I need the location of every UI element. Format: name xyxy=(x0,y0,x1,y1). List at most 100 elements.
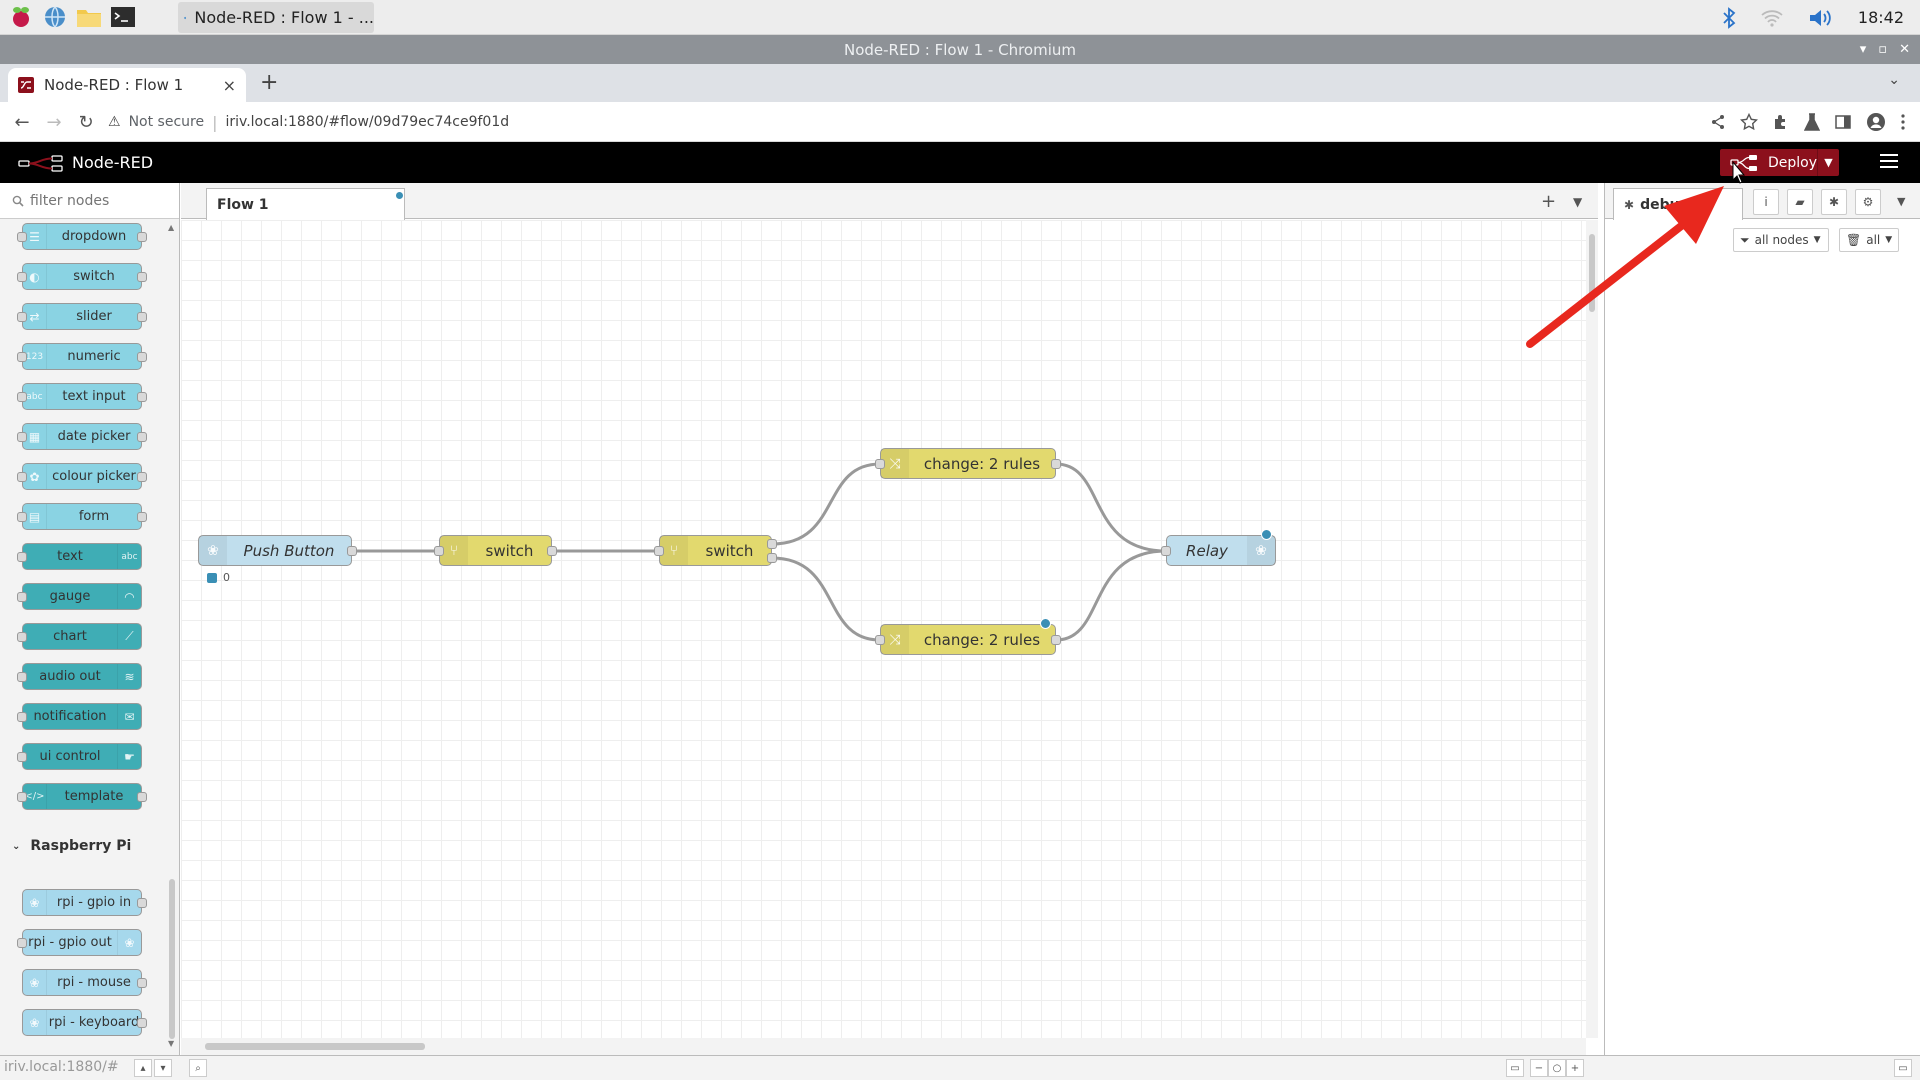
palette-scrollbar[interactable]: ▲ ▼ xyxy=(168,223,176,1049)
browser-tab-title: Node-RED : Flow 1 xyxy=(44,76,184,94)
flow-node-change-bottom[interactable]: ⤨ change: 2 rules xyxy=(875,618,1061,655)
deploy-button[interactable]: Deploy ▼ xyxy=(1720,149,1839,176)
new-tab-button[interactable]: + xyxy=(260,70,278,95)
browser-menu-icon[interactable] xyxy=(1900,113,1906,131)
profile-avatar-icon[interactable] xyxy=(1866,112,1886,132)
zoom-in-icon[interactable]: + xyxy=(1566,1059,1584,1077)
maximize-icon[interactable]: ▫ xyxy=(1878,42,1887,57)
palette-expand-icon[interactable]: ▾ xyxy=(154,1059,172,1077)
browser-tab[interactable]: Node-RED : Flow 1 × xyxy=(8,68,246,102)
taskbar-window-button[interactable]: Node-RED : Flow 1 - ... xyxy=(178,2,374,33)
zoom-out-icon[interactable]: − xyxy=(1530,1059,1548,1077)
palette-node-rpi-keyboard[interactable]: ❀ rpi - keyboard xyxy=(22,1009,147,1036)
address-bar[interactable]: ⚠ Not secure | iriv.local:1880/#flow/09d… xyxy=(108,106,1668,138)
not-secure-label[interactable]: Not secure xyxy=(129,114,205,130)
clock[interactable]: 18:42 xyxy=(1858,8,1904,27)
help-book-icon[interactable]: ▰ xyxy=(1787,189,1813,215)
minimize-icon[interactable]: ▾ xyxy=(1860,42,1867,57)
palette-node-rpi-gpio-in[interactable]: ❀ rpi - gpio in xyxy=(22,889,147,916)
flow-node-push-button[interactable]: ❀ Push Button xyxy=(198,535,357,566)
node-red-logo-icon xyxy=(18,154,63,172)
palette-node-template[interactable]: </> template xyxy=(17,783,147,810)
palette-collapse-icon[interactable]: ▴ xyxy=(134,1059,152,1077)
palette-node-switch[interactable]: ◐ switch xyxy=(17,263,147,290)
palette-node-numeric[interactable]: 123 numeric xyxy=(17,343,147,370)
palette-node-rpi-gpio-out[interactable]: rpi - gpio out ❀ xyxy=(17,929,142,956)
scroll-down-icon[interactable]: ▼ xyxy=(168,1039,174,1048)
palette-node-notification[interactable]: notification ✉ xyxy=(17,703,142,730)
palette-node-slider[interactable]: ⇄ slider xyxy=(17,303,147,330)
flow-list-chevron-icon[interactable]: ▼ xyxy=(1573,195,1582,209)
share-icon[interactable] xyxy=(1710,114,1726,130)
extensions-icon[interactable] xyxy=(1772,113,1790,131)
terminal-icon[interactable] xyxy=(108,3,138,31)
palette-node-text-input[interactable]: abc text input xyxy=(17,383,147,410)
bluetooth-icon[interactable] xyxy=(1722,6,1736,29)
filter-nodes-input[interactable] xyxy=(30,192,170,209)
lab-flask-icon[interactable] xyxy=(1804,113,1820,131)
scroll-up-icon[interactable]: ▲ xyxy=(168,223,174,232)
flow-canvas[interactable]: ❀ Push Button ⑂ switch ⑂ switch ⤨ change… xyxy=(181,220,1586,1038)
close-tab-icon[interactable]: × xyxy=(223,76,236,95)
canvas-horizontal-scrollbar[interactable] xyxy=(181,1038,1586,1055)
volume-icon[interactable] xyxy=(1808,7,1834,29)
sidebar-tabs: ✱ debug i ▰ ✱ ⚙ ▼ xyxy=(1605,183,1920,220)
raspberry-icon[interactable] xyxy=(6,3,36,31)
chevron-down-icon[interactable]: ⌄ xyxy=(12,841,20,852)
debug-clear-button[interactable]: 🗑 all ▼ xyxy=(1839,228,1899,252)
palette-category-raspberry-pi[interactable]: ⌄ Raspberry Pi xyxy=(12,838,131,854)
flow-node-switch-1[interactable]: ⑂ switch xyxy=(434,535,557,566)
flow-node-switch-2[interactable]: ⑂ switch xyxy=(654,535,777,566)
zoom-reset-icon[interactable]: ○ xyxy=(1548,1059,1566,1077)
tab-debug[interactable]: ✱ debug xyxy=(1613,188,1743,220)
main-menu-icon[interactable] xyxy=(1880,154,1898,170)
palette-node-form[interactable]: ▤ form xyxy=(17,503,147,530)
reload-icon[interactable]: ↻ xyxy=(74,110,98,134)
palette-node-gauge[interactable]: gauge ◠ xyxy=(17,583,142,610)
palette-node-text[interactable]: text abc xyxy=(17,543,142,570)
push-button-status: 0 xyxy=(207,571,230,584)
palette-node-ui-control[interactable]: ui control ☛ xyxy=(17,743,142,770)
config-gear-icon[interactable]: ⚙ xyxy=(1855,189,1881,215)
deploy-options-chevron-icon[interactable]: ▼ xyxy=(1817,149,1839,176)
web-browser-icon[interactable] xyxy=(40,3,70,31)
palette-node-chart[interactable]: chart ⟋ xyxy=(17,623,142,650)
tab-flow-1[interactable]: Flow 1 xyxy=(206,188,405,220)
debug-bug-icon[interactable]: ✱ xyxy=(1821,189,1847,215)
tab-search-chevron-icon[interactable]: ⌄ xyxy=(1888,72,1900,88)
window-titlebar: Node-RED : Flow 1 - Chromium ▾ ▫ ✕ xyxy=(0,35,1920,64)
info-icon[interactable]: i xyxy=(1753,189,1779,215)
palette-filter[interactable] xyxy=(0,183,179,219)
app-name: Node-RED xyxy=(72,153,154,172)
palette-node-colour-picker[interactable]: ✿ colour picker xyxy=(17,463,147,490)
deploy-main[interactable]: Deploy xyxy=(1720,149,1817,176)
window-title: Node-RED : Flow 1 - Chromium xyxy=(844,40,1076,59)
palette-node-dropdown[interactable]: ☰ dropdown xyxy=(17,223,147,250)
forward-icon[interactable]: → xyxy=(42,110,66,134)
back-icon[interactable]: ← xyxy=(10,110,34,134)
debug-filter-button[interactable]: ⏷ all nodes ▼ xyxy=(1733,228,1829,252)
deploy-label: Deploy xyxy=(1768,154,1818,171)
wifi-icon[interactable] xyxy=(1760,8,1784,28)
file-manager-icon[interactable] xyxy=(74,3,104,31)
sidebar-toggle-icon[interactable]: ▭ xyxy=(1894,1059,1912,1077)
navigator-icon[interactable]: ▭ xyxy=(1506,1059,1524,1077)
browser-toolbar: ← → ↻ ⚠ Not secure | iriv.local:1880/#fl… xyxy=(0,102,1920,142)
add-flow-button[interactable]: + xyxy=(1541,191,1556,212)
sidebar-menu-chevron-icon[interactable]: ▼ xyxy=(1897,195,1905,208)
flow-node-change-top[interactable]: ⤨ change: 2 rules xyxy=(875,448,1061,479)
bookmark-star-icon[interactable] xyxy=(1740,113,1758,131)
sidebar: ✱ debug i ▰ ✱ ⚙ ▼ ⏷ all nodes ▼ 🗑 all ▼ xyxy=(1604,183,1920,1055)
side-panel-icon[interactable] xyxy=(1834,113,1852,131)
canvas-vertical-scrollbar[interactable] xyxy=(1586,220,1598,1038)
palette-node-rpi-mouse[interactable]: ❀ rpi - mouse xyxy=(22,969,147,996)
palette-node-audio-out[interactable]: audio out ≋ xyxy=(17,663,142,690)
palette-node-date-picker[interactable]: ▦ date picker xyxy=(17,423,147,450)
close-window-icon[interactable]: ✕ xyxy=(1899,42,1910,57)
flow-node-relay[interactable]: Relay ❀ xyxy=(1161,529,1276,566)
change-shuffle-icon: ⤨ xyxy=(881,449,909,478)
url-text[interactable]: iriv.local:1880/#flow/09d79ec74ce9f01d xyxy=(225,114,509,130)
search-flows-icon[interactable]: ⌕ xyxy=(189,1059,207,1077)
raspberry-pi-icon: ❀ xyxy=(23,890,47,915)
warning-icon[interactable]: ⚠ xyxy=(108,114,121,130)
